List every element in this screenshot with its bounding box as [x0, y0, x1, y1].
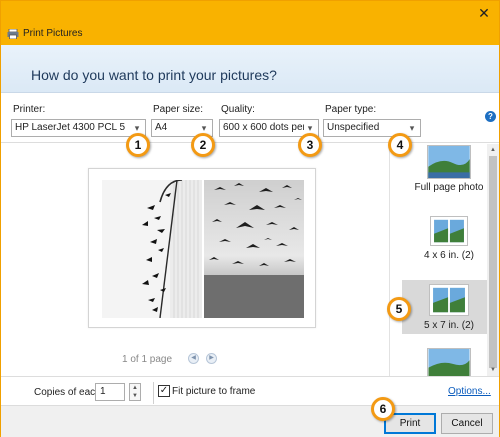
- print-pictures-window: Print Pictures ✕ How do you want to prin…: [0, 0, 500, 437]
- scroll-thumb[interactable]: [489, 156, 497, 368]
- prev-page-icon[interactable]: ◀: [188, 353, 199, 364]
- callout-badge-5: 5: [387, 297, 411, 321]
- layout-label: Full page photo: [414, 182, 484, 193]
- dropdown-arrow-icon: ▾: [406, 120, 418, 136]
- next-page-icon[interactable]: ▶: [206, 353, 217, 364]
- quality-value: 600 x 600 dots per in: [223, 122, 317, 133]
- layout-scrollbar[interactable]: ▲ ▼: [487, 144, 499, 376]
- options-link[interactable]: Options...: [448, 386, 491, 397]
- scroll-down-icon[interactable]: ▼: [487, 364, 499, 376]
- page-indicator: 1 of 1 page: [122, 354, 173, 365]
- footer-strip: Print Cancel: [1, 405, 499, 437]
- title-bar: Print Pictures ✕: [1, 1, 499, 45]
- callout-badge-3: 3: [298, 133, 322, 157]
- copies-label: Copies of each: [34, 387, 101, 398]
- print-preview: 1 of 1 page ◀ ▶: [1, 144, 389, 376]
- dialog-header: How do you want to print your pictures?: [1, 45, 499, 93]
- spin-down-icon[interactable]: ▼: [130, 392, 140, 400]
- printer-select[interactable]: HP LaserJet 4300 PCL 5 ▾: [11, 119, 146, 137]
- callout-badge-4: 4: [388, 133, 412, 157]
- paper-type-value: Unspecified: [327, 122, 380, 133]
- layout-thumbnail: [430, 216, 468, 246]
- layout-thumbnail: [427, 145, 471, 179]
- quality-label: Quality:: [221, 104, 255, 115]
- paper-size-label: Paper size:: [153, 104, 204, 115]
- printer-label: Printer:: [13, 104, 46, 115]
- checkmark-icon: ✓: [159, 385, 169, 396]
- layout-label: 4 x 6 in. (2): [423, 250, 475, 261]
- close-icon[interactable]: ✕: [477, 6, 491, 20]
- printer-icon: [7, 29, 19, 39]
- layout-thumbnail: [429, 284, 469, 316]
- layout-item-4x6[interactable]: 4 x 6 in. (2): [402, 216, 496, 268]
- paper-size-value: A4: [155, 122, 168, 133]
- scroll-up-icon[interactable]: ▲: [487, 144, 499, 156]
- photo-birds-wire: [102, 180, 202, 318]
- copies-input[interactable]: 1: [95, 383, 125, 401]
- copies-stepper[interactable]: ▲ ▼: [129, 383, 141, 401]
- fit-picture-label: Fit picture to frame: [172, 386, 256, 397]
- cancel-button[interactable]: Cancel: [441, 413, 493, 434]
- window-title: Print Pictures: [23, 28, 83, 39]
- help-icon[interactable]: ?: [485, 111, 496, 122]
- page-title: How do you want to print your pictures?: [31, 67, 277, 83]
- layout-item-more[interactable]: [402, 348, 496, 376]
- layout-label: 5 x 7 in. (2): [423, 320, 475, 331]
- layout-item-5x7[interactable]: 5 x 7 in. (2): [402, 280, 496, 334]
- callout-badge-6: 6: [371, 397, 395, 421]
- photo-seagulls: [204, 180, 304, 318]
- callout-badge-2: 2: [191, 133, 215, 157]
- callout-badge-1: 1: [126, 133, 150, 157]
- printer-value: HP LaserJet 4300 PCL 5: [15, 122, 126, 133]
- print-options-bar: Printer: HP LaserJet 4300 PCL 5 ▾ Paper …: [1, 93, 499, 143]
- layout-thumbnail: [427, 348, 471, 376]
- paper-type-label: Paper type:: [325, 104, 377, 115]
- layout-list: Full page photo 4 x 6 in. (2) 5 x 7 in. …: [389, 144, 499, 376]
- spin-up-icon[interactable]: ▲: [130, 384, 140, 392]
- bottom-bar: Copies of each 1 ▲ ▼ ✓ Fit picture to fr…: [1, 376, 499, 437]
- divider: [153, 382, 154, 404]
- layout-item-full-page[interactable]: Full page photo: [402, 144, 496, 198]
- preview-page: [88, 168, 316, 328]
- fit-picture-checkbox[interactable]: ✓: [158, 385, 170, 397]
